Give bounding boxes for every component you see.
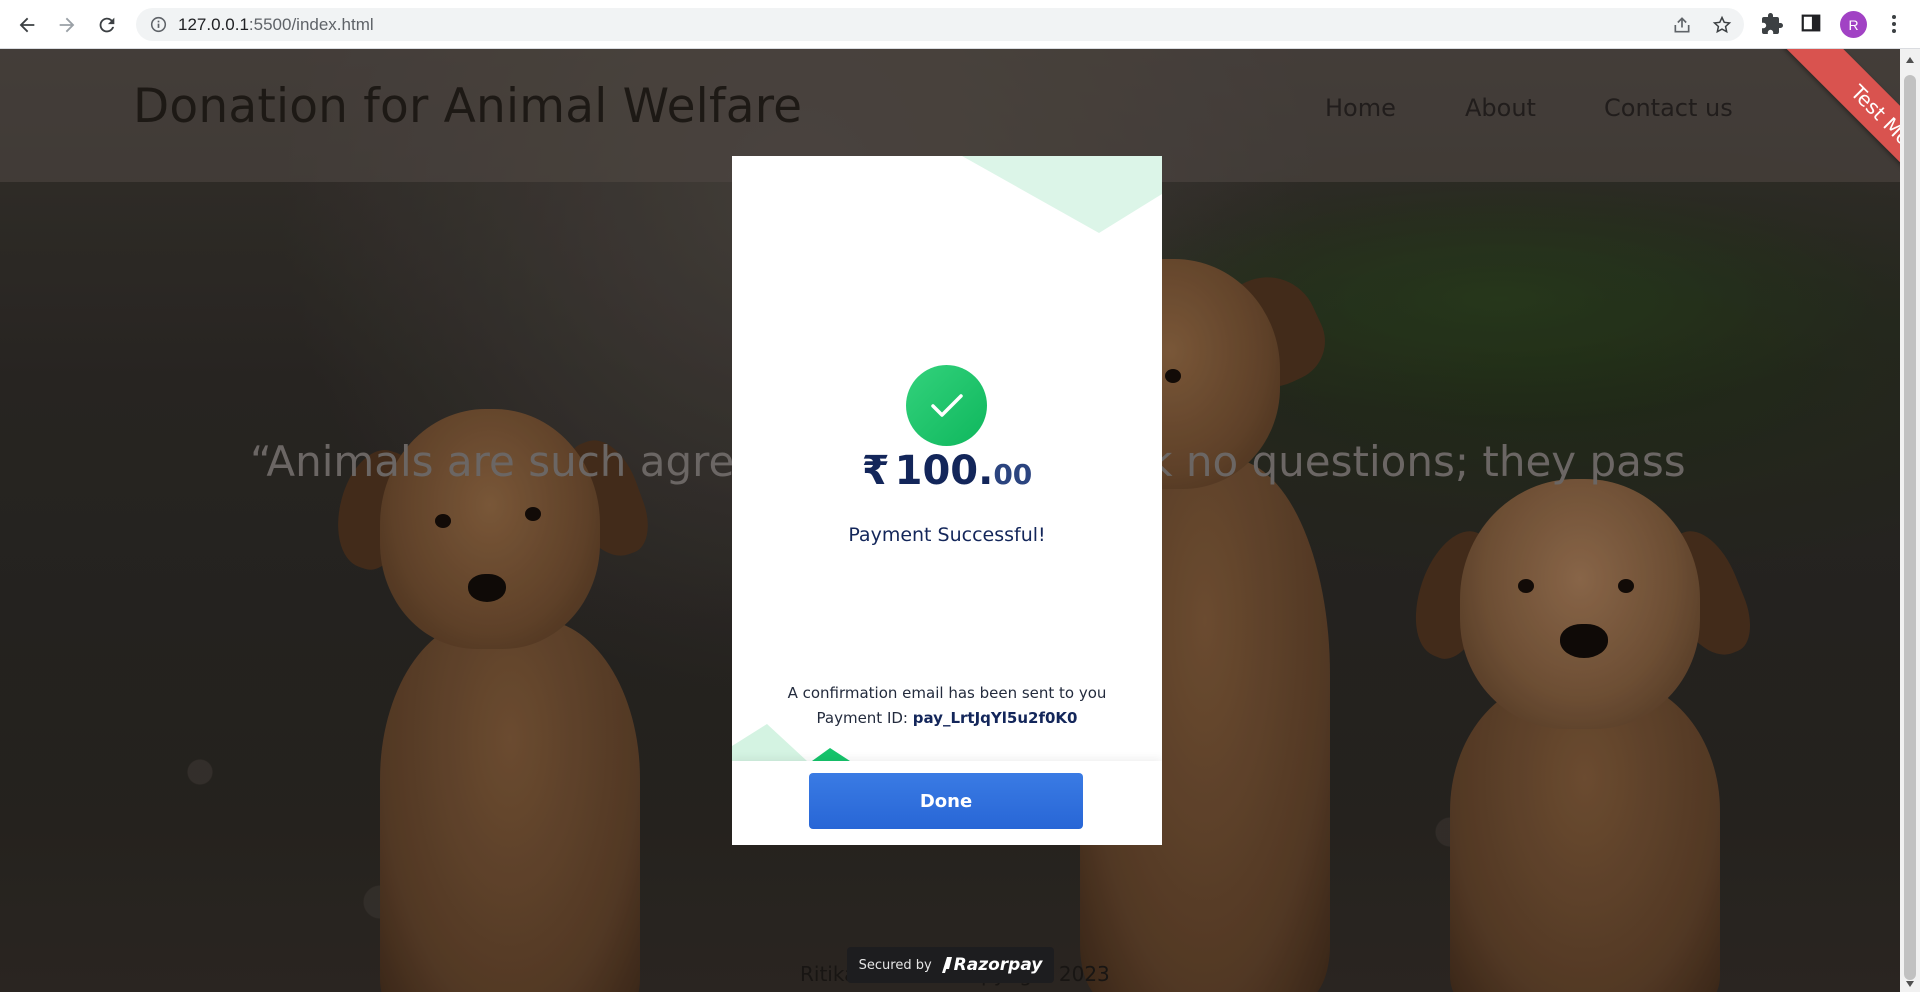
razorpay-brand: Razorpay: [940, 955, 1043, 975]
amount-integer: 100.: [894, 448, 994, 494]
back-arrow-icon[interactable]: [12, 10, 42, 40]
url-text[interactable]: 127.0.0.1:5500/index.html: [178, 15, 374, 35]
payment-amount: ₹ 100.00: [732, 448, 1162, 494]
currency-symbol: ₹: [861, 448, 890, 494]
secured-by-razorpay-badge[interactable]: Secured by Razorpay: [847, 947, 1054, 983]
more-menu-icon[interactable]: [1884, 12, 1904, 36]
payment-success-modal: ₹ 100.00 Payment Successful! A confirmat…: [732, 156, 1162, 845]
razorpay-wordmark: Razorpay: [953, 955, 1043, 975]
payment-id-line: Payment ID: pay_LrtJqYl5u2f0K0: [732, 709, 1162, 727]
modal-decoration: [732, 156, 1162, 761]
address-bar[interactable]: 127.0.0.1:5500/index.html: [136, 8, 1744, 41]
url-host: 127.0.0.1: [178, 15, 249, 34]
amount-decimal: 00: [993, 458, 1033, 491]
payment-id-value: pay_LrtJqYl5u2f0K0: [912, 709, 1078, 727]
confirmation-message: A confirmation email has been sent to yo…: [787, 684, 1107, 702]
profile-avatar[interactable]: R: [1840, 11, 1867, 38]
payment-status: Payment Successful!: [848, 524, 1046, 546]
modal-footer: Done: [732, 761, 1162, 845]
razorpay-logo-icon: [941, 957, 952, 973]
success-check-icon: [906, 365, 987, 446]
info-icon[interactable]: [150, 16, 167, 33]
payment-id-label: Payment ID:: [816, 709, 908, 727]
scroll-up-icon[interactable]: [1905, 55, 1915, 65]
page-scrollbar[interactable]: [1900, 49, 1920, 992]
star-icon[interactable]: [1712, 15, 1732, 35]
share-icon[interactable]: [1672, 15, 1692, 35]
scroll-down-icon[interactable]: [1905, 979, 1915, 989]
extensions-icon[interactable]: [1760, 12, 1784, 36]
secured-by-label: Secured by: [858, 957, 932, 973]
reload-icon[interactable]: [92, 10, 122, 40]
side-panel-icon[interactable]: [1800, 12, 1824, 36]
scrollbar-thumb[interactable]: [1904, 75, 1916, 980]
checkmark-icon: [930, 393, 963, 417]
url-path: :5500/index.html: [248, 15, 374, 34]
forward-arrow-icon[interactable]: [52, 10, 82, 40]
done-button[interactable]: Done: [809, 773, 1083, 829]
web-page: Donation for Animal Welfare Home About C…: [0, 49, 1900, 992]
browser-toolbar: 127.0.0.1:5500/index.html R: [0, 0, 1920, 49]
